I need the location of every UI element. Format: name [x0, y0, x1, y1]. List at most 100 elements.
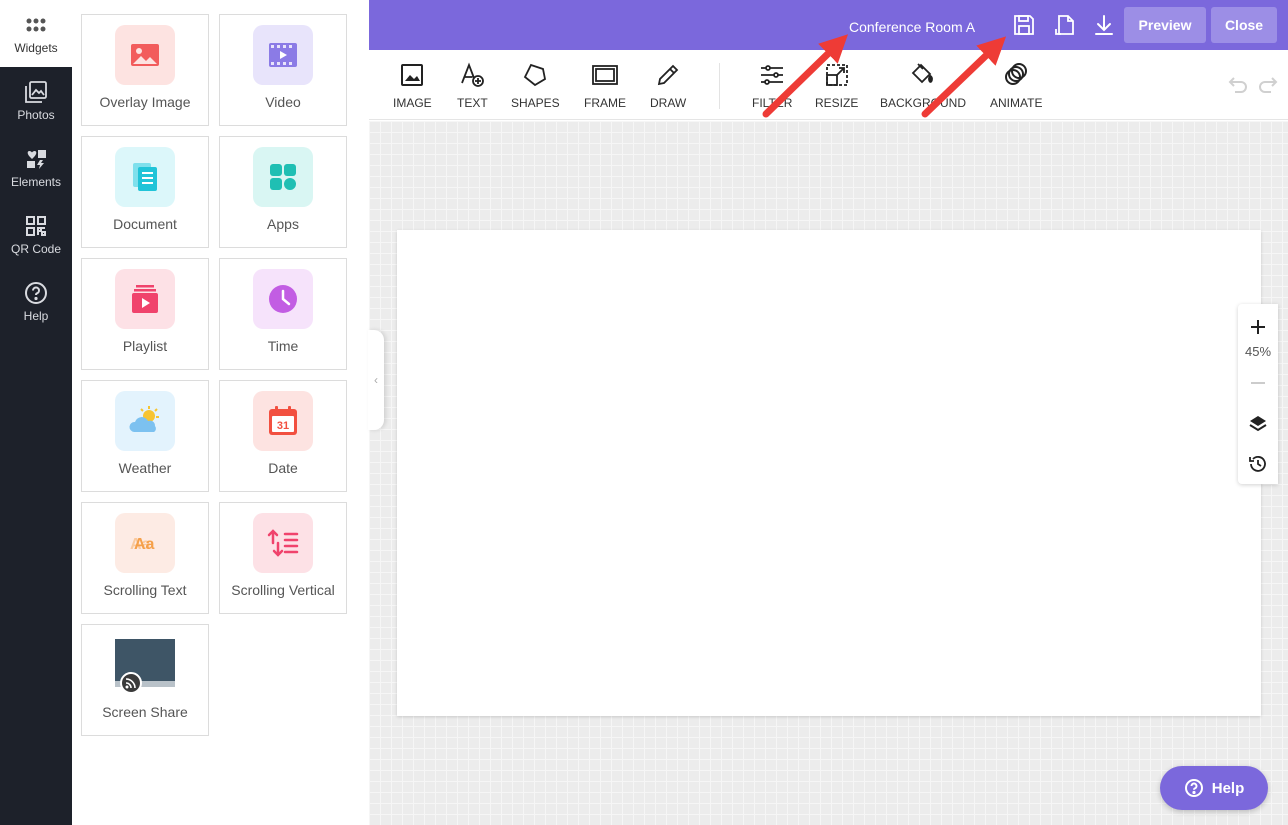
widget-label: Weather	[118, 460, 172, 476]
preview-button[interactable]: Preview	[1124, 7, 1206, 43]
nav-label: Elements	[10, 174, 62, 189]
widget-date[interactable]: 31 Date	[219, 380, 347, 492]
zoom-controls: 45%	[1238, 304, 1278, 484]
layers-button[interactable]	[1238, 408, 1278, 440]
photos-icon	[25, 80, 47, 103]
nav-label: Photos	[17, 107, 55, 122]
design-canvas[interactable]	[397, 230, 1261, 716]
screen-share-icon	[115, 639, 175, 694]
save-as-button[interactable]	[1052, 11, 1078, 39]
editor-toolbar: IMAGE TEXT SHAPES FRAME DRAW FILTER RESI…	[369, 50, 1288, 120]
plus-icon	[1251, 320, 1265, 334]
widget-scrolling-text[interactable]: Aa Aa Scrolling Text	[81, 502, 209, 614]
overlay-image-icon	[131, 44, 159, 66]
widget-label: Document	[113, 216, 177, 232]
tool-label: SHAPES	[511, 96, 560, 110]
help-label: Help	[1211, 779, 1245, 797]
collapse-panel-toggle[interactable]: ‹	[368, 330, 384, 430]
elements-icon	[27, 149, 46, 169]
nav-item-qr-code[interactable]: QR Code	[0, 201, 72, 268]
widget-label: Playlist	[122, 338, 168, 354]
tool-draw[interactable]: DRAW	[650, 62, 686, 112]
widget-video[interactable]: Video	[219, 14, 347, 126]
tool-frame[interactable]: FRAME	[584, 62, 626, 112]
help-circle-icon	[25, 281, 47, 304]
tool-shapes[interactable]: SHAPES	[511, 62, 560, 112]
widget-icon-bg	[253, 147, 313, 207]
widget-scrolling-vertical[interactable]: Scrolling Vertical	[219, 502, 347, 614]
widget-icon-bg: Aa Aa	[115, 513, 175, 573]
tool-image[interactable]: IMAGE	[393, 62, 432, 112]
tool-text[interactable]: TEXT	[457, 62, 488, 112]
nav-label: QR Code	[10, 241, 62, 256]
widget-icon-bg	[115, 635, 175, 695]
tool-label: ANIMATE	[990, 96, 1043, 110]
widgets-panel: Overlay Image Video Document Apps Playli…	[72, 0, 368, 825]
tool-animate[interactable]: ANIMATE	[990, 62, 1042, 112]
widget-weather[interactable]: Weather	[81, 380, 209, 492]
page-title: Conference Room A	[849, 19, 976, 35]
left-nav: Widgets Photos Elements QR Code Help	[0, 0, 72, 825]
zoom-out-button[interactable]	[1238, 368, 1278, 398]
widget-icon-bg	[253, 25, 313, 85]
scrolling-text-icon: AaAa	[130, 536, 155, 553]
svg-text:31: 31	[277, 420, 289, 432]
widget-icon-bg	[253, 513, 313, 573]
widget-document[interactable]: Document	[81, 136, 209, 248]
download-button[interactable]	[1091, 11, 1117, 39]
history-icon	[1249, 456, 1266, 472]
widget-icon-bg	[115, 269, 175, 329]
widget-overlay-image[interactable]: Overlay Image	[81, 14, 209, 126]
text-add-icon	[461, 62, 485, 87]
widget-icon-bg	[115, 147, 175, 207]
tool-filter[interactable]: FILTER	[752, 62, 792, 112]
nav-item-elements[interactable]: Elements	[0, 134, 72, 201]
widget-label: Date	[268, 460, 298, 476]
widget-screen-share[interactable]: Screen Share	[81, 624, 209, 736]
save-as-icon	[1055, 15, 1074, 35]
download-icon	[1095, 15, 1113, 35]
widget-apps[interactable]: Apps	[219, 136, 347, 248]
widget-label: Time	[267, 338, 299, 354]
apps-icon	[270, 164, 296, 190]
animate-rings-icon	[1005, 63, 1028, 85]
save-icon	[1014, 15, 1034, 35]
tool-label: IMAGE	[393, 96, 432, 110]
widget-label: Video	[265, 94, 301, 110]
nav-item-photos[interactable]: Photos	[0, 67, 72, 134]
widget-icon-bg	[253, 269, 313, 329]
tool-label: FRAME	[584, 96, 626, 110]
nav-label: Widgets	[14, 40, 58, 55]
help-circle-icon	[1184, 779, 1203, 797]
tool-background[interactable]: BACKGROUND	[880, 62, 966, 112]
svg-text:Aa: Aa	[134, 536, 155, 553]
zoom-level: 45%	[1244, 344, 1272, 359]
widget-label: Scrolling Text	[103, 582, 187, 598]
widget-playlist[interactable]: Playlist	[81, 258, 209, 370]
widget-time[interactable]: Time	[219, 258, 347, 370]
layers-icon	[1249, 416, 1267, 432]
sliders-icon	[761, 65, 784, 85]
undo-icon[interactable]	[1227, 74, 1249, 96]
save-button[interactable]	[1011, 11, 1037, 39]
help-float-button[interactable]: Help	[1160, 766, 1268, 810]
clock-icon	[269, 285, 297, 313]
close-button[interactable]: Close	[1211, 7, 1277, 43]
grid-icon	[26, 18, 46, 31]
tool-label: BACKGROUND	[880, 96, 967, 110]
qr-code-icon	[26, 215, 46, 236]
history-button[interactable]	[1238, 448, 1278, 480]
tool-resize[interactable]: RESIZE	[815, 62, 858, 112]
widget-label: Overlay Image	[99, 94, 191, 110]
redo-icon[interactable]	[1257, 74, 1279, 96]
scrolling-vertical-icon	[267, 529, 299, 557]
zoom-in-button[interactable]	[1238, 312, 1278, 342]
paint-bucket-icon	[911, 63, 933, 84]
frame-icon	[592, 65, 618, 85]
resize-icon	[825, 64, 848, 86]
nav-item-help[interactable]: Help	[0, 268, 72, 335]
widget-label: Screen Share	[102, 704, 188, 720]
toolbar-divider	[719, 63, 720, 109]
widget-label: Scrolling Vertical	[231, 582, 335, 598]
nav-item-widgets[interactable]: Widgets	[0, 0, 72, 67]
